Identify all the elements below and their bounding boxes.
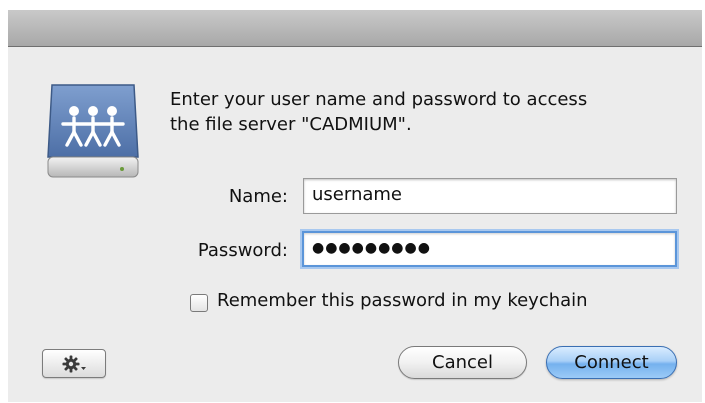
title-bar[interactable]: [8, 10, 702, 47]
gear-icon: [62, 355, 86, 373]
name-label: Name:: [228, 186, 288, 207]
password-input[interactable]: ●●●●●●●●●: [302, 231, 677, 267]
remember-checkbox-label[interactable]: Remember this password in my keychain: [217, 290, 588, 311]
login-dialog: Enter your user name and password to acc…: [8, 10, 702, 402]
password-label: Password:: [197, 240, 288, 261]
remember-checkbox[interactable]: [190, 294, 208, 312]
action-menu-button[interactable]: [42, 349, 106, 378]
connect-button[interactable]: Connect: [546, 346, 677, 379]
network-server-icon: [46, 81, 142, 181]
cancel-button[interactable]: Cancel: [398, 346, 527, 379]
name-input[interactable]: username: [303, 178, 677, 214]
dialog-message: Enter your user name and password to acc…: [170, 89, 588, 135]
